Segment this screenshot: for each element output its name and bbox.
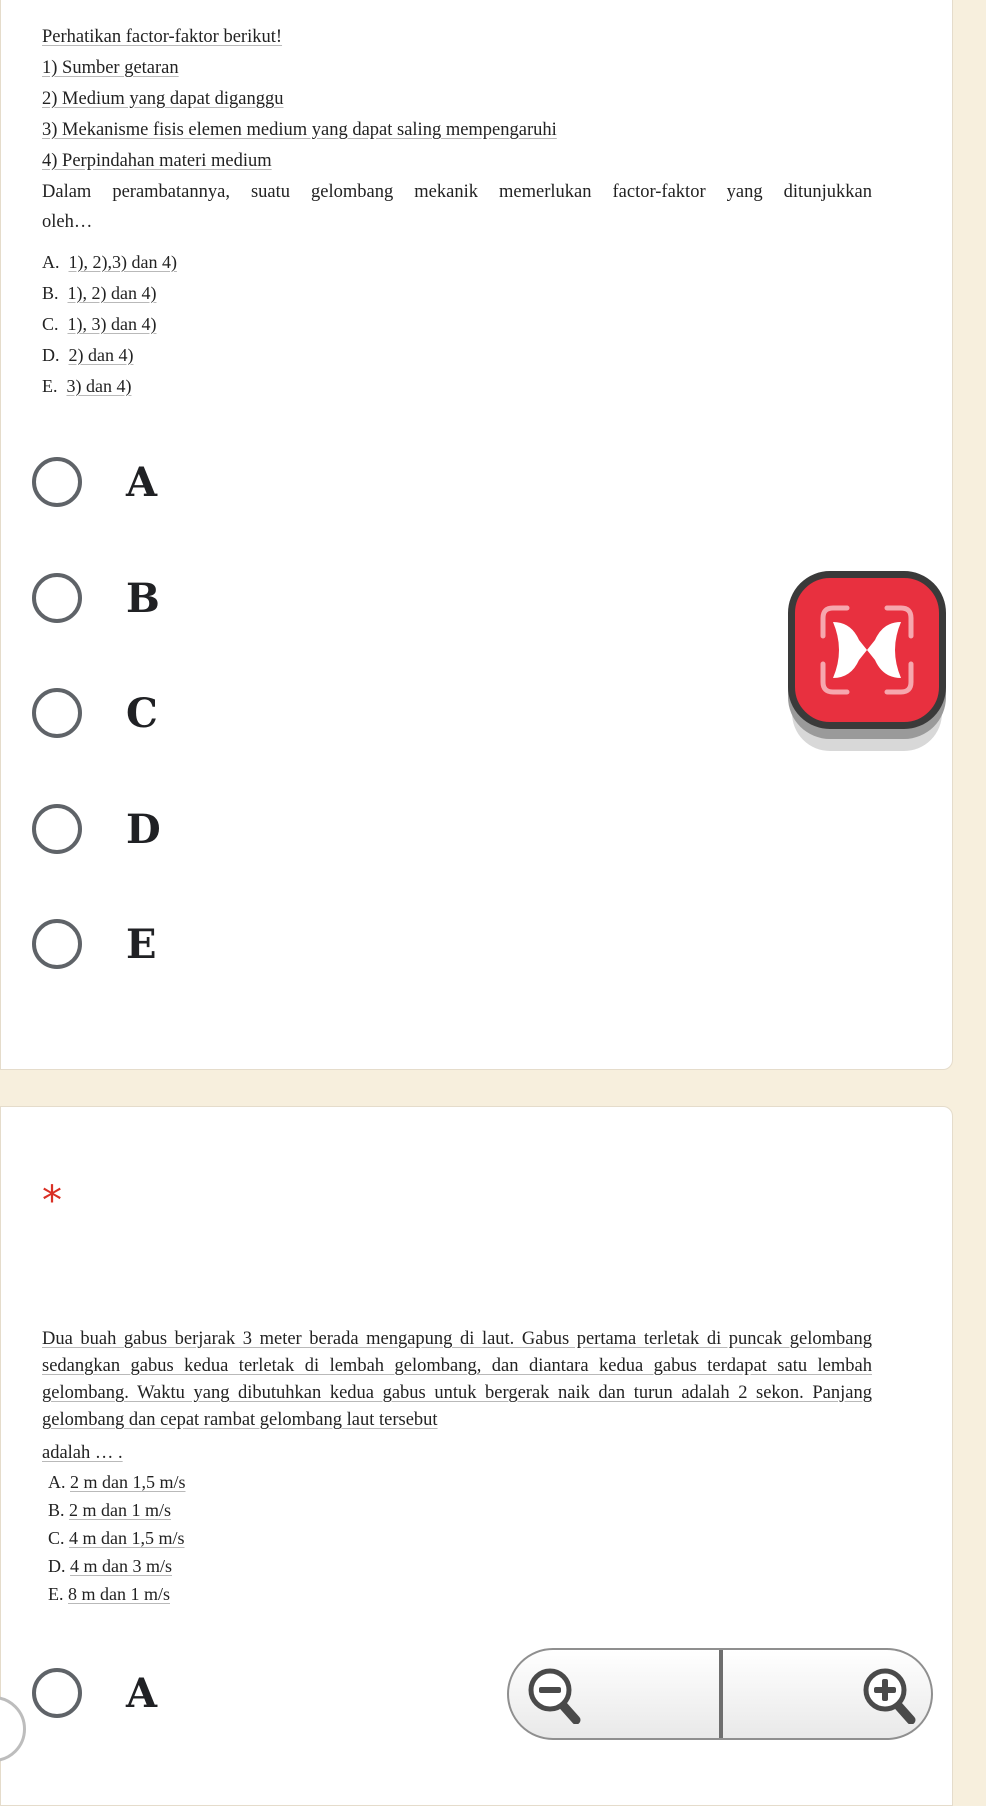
radio-button[interactable]: [32, 573, 82, 623]
option-text: 1), 3) dan 4): [67, 314, 157, 334]
choice-b[interactable]: B: [32, 568, 160, 628]
radio-button[interactable]: [32, 688, 82, 738]
radio-button[interactable]: [32, 804, 82, 854]
choice-label: A: [126, 458, 158, 506]
zoom-out-button[interactable]: [524, 1664, 584, 1725]
option-text: 4 m dan 3 m/s: [70, 1556, 172, 1576]
option-text: 8 m dan 1 m/s: [68, 1584, 170, 1604]
choice-a[interactable]: A: [32, 452, 157, 512]
question-intro: Perhatikan factor-faktor berikut!: [42, 27, 283, 47]
option-text: 1), 2) dan 4): [67, 283, 157, 303]
choice-d[interactable]: D: [32, 799, 161, 859]
option-text: 1), 2),3) dan 4): [68, 252, 177, 272]
zoom-in-icon: [863, 1668, 916, 1725]
question-prompt: Dalam perambatannya, suatu gelombang mek…: [42, 182, 872, 202]
close-overlay-button[interactable]: [788, 571, 946, 729]
choice-label: B: [126, 574, 160, 622]
option-line-c: C. 4 m dan 1,5 m/s: [48, 1528, 185, 1548]
option-text: 2 m dan 1 m/s: [69, 1500, 172, 1520]
factor-item: 2) Medium yang dapat diganggu: [42, 89, 284, 109]
option-line-b: B. 2 m dan 1 m/s: [48, 1500, 172, 1520]
choice-label: C: [126, 689, 158, 737]
option-text: 3) dan 4): [66, 376, 132, 396]
zoom-divider: [719, 1650, 723, 1738]
option-line-b: B. 1), 2) dan 4): [42, 283, 157, 303]
question-statement-end: adalah … .: [42, 1443, 123, 1463]
option-text: 4 m dan 1,5 m/s: [69, 1528, 185, 1548]
zoom-in-button[interactable]: [859, 1664, 919, 1725]
option-line-a: A. 2 m dan 1,5 m/s: [48, 1472, 186, 1492]
option-line-d: D. 2) dan 4): [42, 345, 134, 365]
option-line-a: A. 1), 2),3) dan 4): [42, 252, 177, 272]
option-line-c: C. 1), 3) dan 4): [42, 314, 157, 334]
x-close-icon: [820, 605, 914, 695]
option-line-e: E. 8 m dan 1 m/s: [48, 1584, 170, 1604]
question-statement: Dua buah gabus berjarak 3 meter berada m…: [42, 1329, 872, 1430]
choice-label: E: [126, 920, 157, 968]
choice-c[interactable]: C: [32, 683, 158, 743]
choice-label: D: [126, 805, 161, 853]
factor-item: 3) Mekanisme fisis elemen medium yang da…: [42, 120, 557, 140]
option-line-d: D. 4 m dan 3 m/s: [48, 1556, 172, 1576]
factor-item: 4) Perpindahan materi medium: [42, 151, 272, 171]
zoom-out-icon: [528, 1668, 581, 1725]
question-prompt-end: oleh…: [42, 212, 93, 232]
radio-button[interactable]: [32, 919, 82, 969]
option-text: 2) dan 4): [68, 345, 134, 365]
choice-label: A: [126, 1669, 158, 1717]
choice-e[interactable]: E: [32, 914, 157, 974]
radio-button[interactable]: [32, 457, 82, 507]
factor-item: 1) Sumber getaran: [42, 58, 179, 78]
option-text: 2 m dan 1,5 m/s: [70, 1472, 186, 1492]
option-line-e: E. 3) dan 4): [42, 376, 132, 396]
radio-button[interactable]: [32, 1668, 82, 1718]
choice-a[interactable]: A: [32, 1663, 157, 1723]
zoom-controls: [507, 1648, 933, 1740]
required-marker: *: [42, 1178, 62, 1224]
